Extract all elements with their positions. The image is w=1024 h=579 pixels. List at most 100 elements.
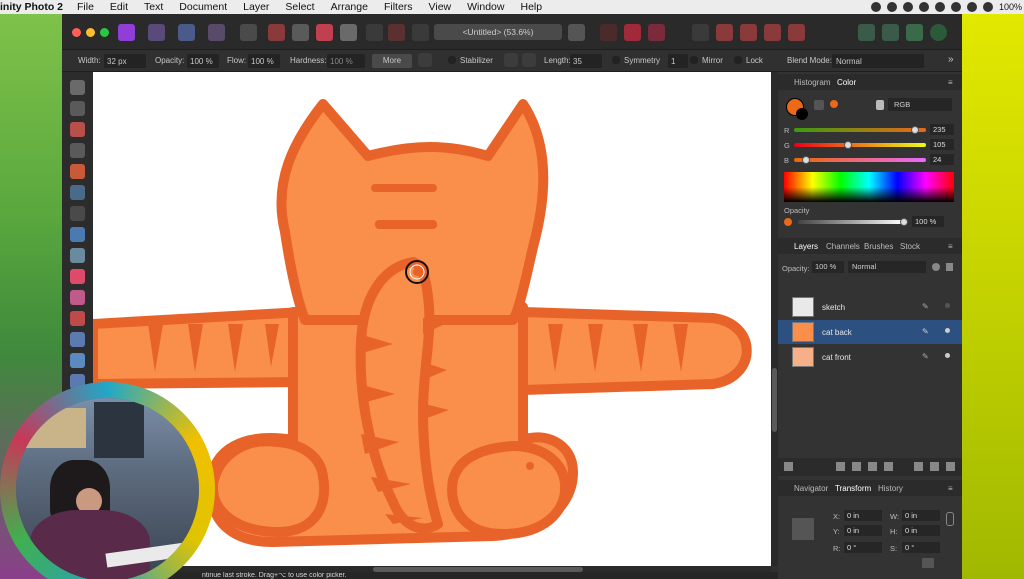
brush-mode-icon[interactable] (648, 24, 665, 41)
status-icon[interactable] (950, 2, 961, 12)
layer-blend-select[interactable]: Normal (848, 261, 926, 273)
layer-row-cat-front[interactable]: cat front ✎ (778, 345, 962, 369)
channel-b-value[interactable]: 24 (930, 154, 954, 165)
opacity-value[interactable]: 100 % (912, 216, 944, 227)
arrange-icon[interactable] (788, 24, 805, 41)
flood-select-tool-icon[interactable] (70, 185, 85, 200)
panel-menu-icon[interactable]: ≡ (948, 242, 953, 251)
arrange-icon[interactable] (764, 24, 781, 41)
color-model-select[interactable]: RGB (888, 98, 952, 111)
photo-persona-icon[interactable] (118, 24, 135, 41)
edit-layer-icon[interactable]: ✎ (922, 352, 929, 361)
overflow-chevron-icon[interactable]: » (948, 54, 954, 65)
opacity-slider[interactable] (798, 218, 908, 226)
eyedropper-icon[interactable] (814, 100, 824, 110)
s-field[interactable]: 0 ° (902, 542, 940, 553)
menu-layer[interactable]: Layer (243, 1, 269, 13)
lock-checkbox[interactable] (734, 56, 742, 64)
live-filter-icon[interactable] (884, 462, 893, 471)
channel-g-handle[interactable] (844, 141, 853, 149)
crop-tool-icon[interactable] (70, 143, 85, 158)
color-picker-icon[interactable] (906, 24, 923, 41)
color-wheel-icon[interactable] (316, 24, 333, 41)
x-field[interactable]: 0 in (844, 510, 882, 521)
opacity-handle[interactable] (900, 218, 908, 226)
panel-menu-icon[interactable]: ≡ (948, 78, 953, 87)
channel-b-handle[interactable] (801, 156, 810, 164)
visibility-icon[interactable] (945, 303, 950, 308)
tab-history[interactable]: History (878, 484, 903, 493)
layer-lock-icon[interactable] (946, 263, 953, 271)
trash-icon[interactable] (946, 462, 955, 471)
blend-mode-select[interactable]: Normal (832, 54, 924, 68)
levels-icon[interactable] (268, 24, 285, 41)
edit-layer-icon[interactable]: ✎ (922, 327, 929, 336)
hand-tool-icon[interactable] (70, 80, 85, 95)
curves-icon[interactable] (292, 24, 309, 41)
channel-b-slider[interactable] (794, 156, 926, 164)
scroll-thumb[interactable] (772, 368, 777, 432)
adjustment-icon[interactable] (852, 462, 861, 471)
selection-icon[interactable] (624, 24, 641, 41)
tab-transform[interactable]: Transform (835, 484, 871, 493)
width-field[interactable]: 32 px (104, 54, 146, 68)
symmetry-checkbox[interactable] (612, 56, 620, 64)
selection-brush-tool-icon[interactable] (70, 164, 85, 179)
zoom-window-button[interactable] (100, 28, 109, 37)
tab-stock[interactable]: Stock (900, 242, 920, 251)
develop-persona-icon[interactable] (178, 24, 195, 41)
menu-edit[interactable]: Edit (110, 1, 128, 13)
export-icon[interactable] (882, 24, 899, 41)
visibility-icon[interactable] (945, 353, 950, 358)
menu-filters[interactable]: Filters (384, 1, 413, 13)
status-icon[interactable] (902, 2, 913, 12)
layer-settings-icon[interactable] (932, 263, 940, 271)
grid-icon[interactable] (366, 24, 383, 41)
channel-r-slider[interactable] (794, 126, 926, 134)
mask-icon[interactable] (836, 462, 845, 471)
color-spectrum[interactable] (784, 172, 954, 202)
rope-mode-icon[interactable] (504, 53, 518, 67)
layer-opacity-field[interactable]: 100 % (812, 261, 844, 273)
tone-mapping-persona-icon[interactable] (208, 24, 225, 41)
document-title[interactable]: <Untitled> (53.6%) (434, 24, 562, 40)
more-button[interactable]: More (372, 54, 412, 68)
menu-help[interactable]: Help (520, 1, 542, 13)
channel-r-value[interactable]: 235 (930, 124, 954, 135)
assistant-icon[interactable] (692, 24, 709, 41)
y-field[interactable]: 0 in (844, 525, 882, 536)
status-icon[interactable] (934, 2, 945, 12)
stabilizer-checkbox[interactable] (448, 56, 456, 64)
flow-field[interactable]: 100 % (248, 54, 280, 68)
paint-brush-tool-icon[interactable] (70, 269, 85, 284)
status-icon[interactable] (886, 2, 897, 12)
h-field[interactable]: 0 in (902, 525, 940, 536)
fill-tool-icon[interactable] (70, 227, 85, 242)
crop-icon[interactable] (600, 24, 617, 41)
length-field[interactable]: 35 (570, 54, 602, 68)
window-mode-icon[interactable] (522, 53, 536, 67)
group-icon[interactable] (914, 462, 923, 471)
menu-select[interactable]: Select (285, 1, 314, 13)
clone-tool-icon[interactable] (70, 353, 85, 368)
eraser-tool-icon[interactable] (70, 311, 85, 326)
bluetooth-icon[interactable] (966, 2, 977, 12)
channel-r-handle[interactable] (911, 126, 920, 134)
tab-navigator[interactable]: Navigator (794, 484, 828, 493)
menu-file[interactable]: File (77, 1, 94, 13)
mirror-checkbox[interactable] (690, 56, 698, 64)
opacity-field[interactable]: 100 % (187, 54, 219, 68)
lock-icon[interactable] (876, 100, 884, 110)
quick-mask-icon[interactable] (388, 24, 405, 41)
color-picker-tool-icon[interactable] (70, 122, 85, 137)
user-icon[interactable] (930, 24, 947, 41)
export-icon[interactable] (858, 24, 875, 41)
tab-channels[interactable]: Channels (826, 242, 860, 251)
marquee-tool-icon[interactable] (70, 206, 85, 221)
minimize-window-button[interactable] (86, 28, 95, 37)
tab-layers[interactable]: Layers (794, 242, 818, 251)
status-icon[interactable] (918, 2, 929, 12)
menu-window[interactable]: Window (467, 1, 504, 13)
layer-options-icon[interactable] (784, 462, 793, 471)
arrange-icon[interactable] (716, 24, 733, 41)
